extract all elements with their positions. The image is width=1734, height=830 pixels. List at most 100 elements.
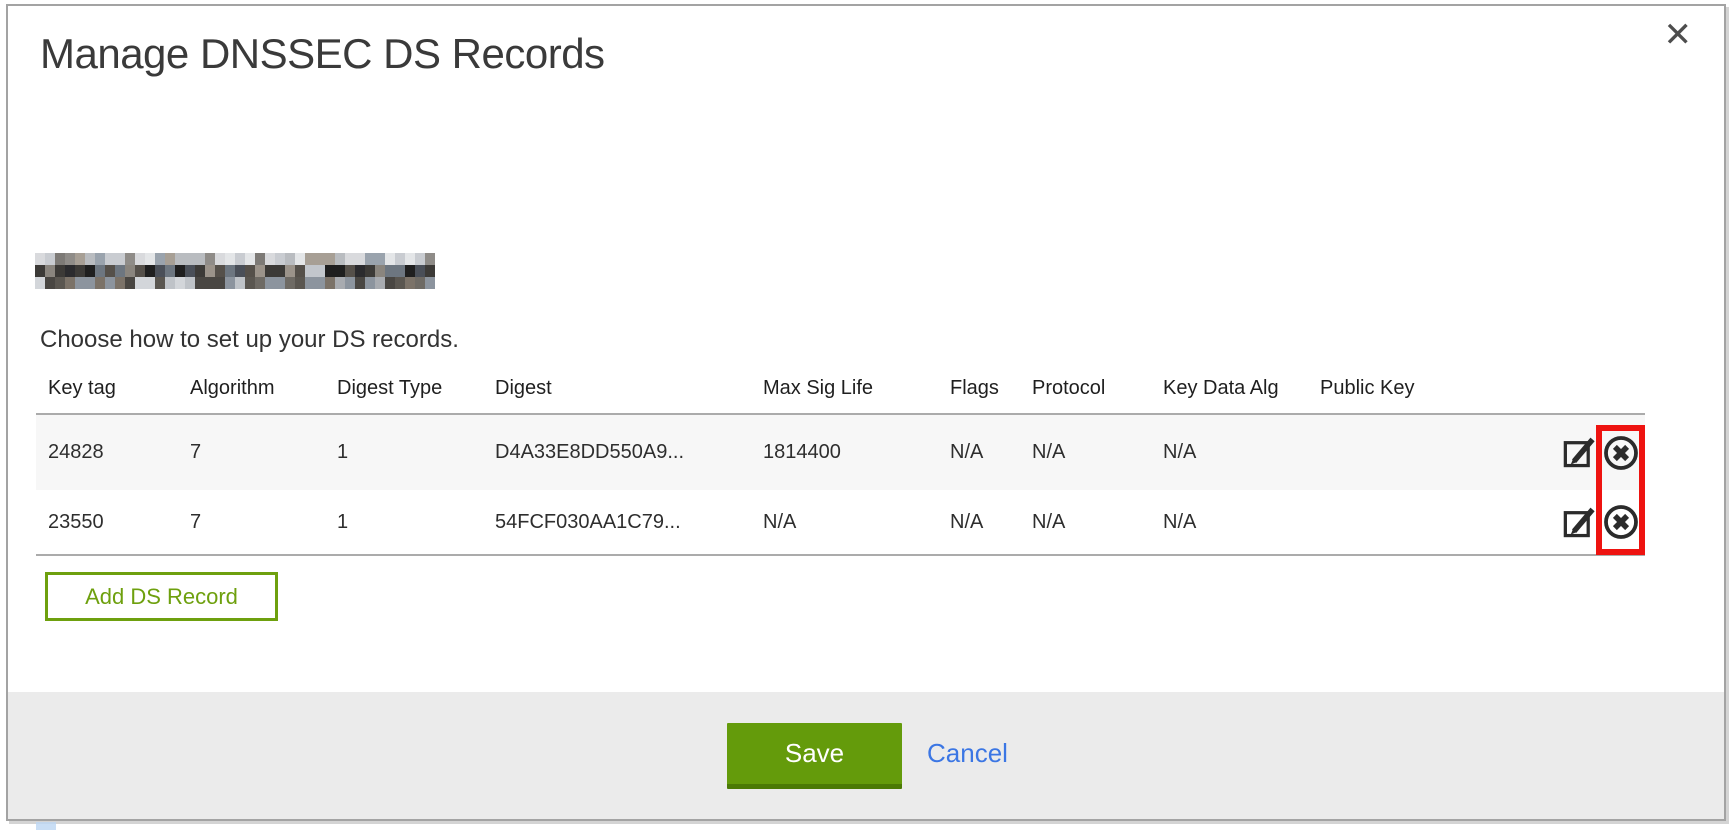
redacted-pixel bbox=[345, 265, 355, 277]
edit-icon[interactable] bbox=[1561, 434, 1598, 471]
redacted-pixel bbox=[235, 277, 245, 289]
redacted-pixel bbox=[255, 265, 265, 277]
redacted-pixel bbox=[75, 265, 85, 277]
redacted-pixel bbox=[285, 253, 295, 265]
redacted-pixel bbox=[85, 277, 95, 289]
redacted-pixel bbox=[175, 265, 185, 277]
redacted-pixel bbox=[215, 265, 225, 277]
redacted-pixel bbox=[85, 253, 95, 265]
table-row: 23550 7 1 54FCF030AA1C79... N/A N/A N/A … bbox=[36, 490, 1645, 555]
cell-protocol: N/A bbox=[1020, 414, 1151, 490]
cell-flags: N/A bbox=[938, 414, 1020, 490]
redacted-pixel bbox=[95, 265, 105, 277]
cell-public-key bbox=[1308, 490, 1530, 555]
cell-digest-type: 1 bbox=[325, 414, 483, 490]
redacted-pixel bbox=[275, 265, 285, 277]
col-actions bbox=[1530, 364, 1645, 414]
redacted-pixel bbox=[225, 277, 235, 289]
cancel-button[interactable]: Cancel bbox=[927, 723, 1008, 784]
redacted-pixel bbox=[265, 265, 275, 277]
redacted-pixel bbox=[125, 253, 135, 265]
cell-actions bbox=[1530, 414, 1645, 490]
redacted-pixel bbox=[355, 265, 365, 277]
redacted-pixel bbox=[385, 265, 395, 277]
redacted-pixel bbox=[165, 265, 175, 277]
redacted-pixel bbox=[125, 265, 135, 277]
cell-public-key bbox=[1308, 414, 1530, 490]
redacted-pixel bbox=[155, 253, 165, 265]
redacted-pixel bbox=[195, 277, 205, 289]
redacted-pixel bbox=[215, 277, 225, 289]
redacted-pixel bbox=[235, 253, 245, 265]
delete-icon[interactable] bbox=[1601, 502, 1641, 542]
redacted-pixel bbox=[135, 253, 145, 265]
redacted-pixel bbox=[55, 253, 65, 265]
redacted-pixel bbox=[395, 265, 405, 277]
redacted-pixel bbox=[175, 277, 185, 289]
dialog-title: Manage DNSSEC DS Records bbox=[40, 30, 605, 78]
redacted-pixel bbox=[175, 253, 185, 265]
edit-icon[interactable] bbox=[1561, 504, 1598, 541]
redacted-pixel bbox=[415, 265, 425, 277]
redacted-pixel bbox=[225, 265, 235, 277]
redacted-pixel bbox=[85, 265, 95, 277]
redacted-pixel bbox=[275, 253, 285, 265]
save-button[interactable]: Save bbox=[727, 723, 902, 789]
table-row: 24828 7 1 D4A33E8DD550A9... 1814400 N/A … bbox=[36, 414, 1645, 490]
cell-digest: D4A33E8DD550A9... bbox=[483, 414, 751, 490]
redacted-pixel bbox=[45, 277, 55, 289]
cell-flags: N/A bbox=[938, 490, 1020, 555]
col-max-sig-life: Max Sig Life bbox=[751, 364, 938, 414]
redacted-pixel bbox=[415, 253, 425, 265]
redacted-pixel bbox=[335, 277, 345, 289]
redacted-pixel bbox=[145, 277, 155, 289]
redacted-pixel bbox=[355, 253, 365, 265]
redacted-pixel bbox=[195, 253, 205, 265]
redacted-pixel bbox=[375, 253, 385, 265]
redacted-pixel bbox=[95, 277, 105, 289]
redacted-pixel bbox=[115, 277, 125, 289]
ds-records-table: Key tag Algorithm Digest Type Digest Max… bbox=[36, 364, 1645, 556]
redacted-pixel bbox=[245, 253, 255, 265]
redacted-pixel bbox=[45, 253, 55, 265]
redacted-pixel bbox=[35, 265, 45, 277]
redacted-pixel bbox=[395, 277, 405, 289]
redacted-pixel bbox=[335, 265, 345, 277]
redacted-pixel bbox=[385, 253, 395, 265]
redacted-pixel bbox=[305, 265, 315, 277]
redacted-pixel bbox=[265, 253, 275, 265]
col-flags: Flags bbox=[938, 364, 1020, 414]
col-digest: Digest bbox=[483, 364, 751, 414]
redacted-domain-name bbox=[35, 253, 435, 289]
redacted-pixel bbox=[345, 253, 355, 265]
redacted-pixel bbox=[135, 265, 145, 277]
redacted-pixel bbox=[325, 277, 335, 289]
redacted-pixel bbox=[45, 265, 55, 277]
delete-icon[interactable] bbox=[1601, 433, 1641, 473]
redacted-pixel bbox=[115, 253, 125, 265]
redacted-pixel bbox=[235, 265, 245, 277]
manage-dnssec-dialog: Manage DNSSEC DS Records ✕ Choose how to… bbox=[6, 4, 1726, 821]
redacted-pixel bbox=[405, 265, 415, 277]
add-ds-record-button[interactable]: Add DS Record bbox=[45, 572, 278, 621]
redacted-pixel bbox=[95, 253, 105, 265]
redacted-pixel bbox=[185, 265, 195, 277]
cell-key-tag: 23550 bbox=[36, 490, 178, 555]
redacted-pixel bbox=[365, 277, 375, 289]
redacted-pixel bbox=[355, 277, 365, 289]
redacted-pixel bbox=[245, 277, 255, 289]
col-key-data-alg: Key Data Alg bbox=[1151, 364, 1308, 414]
redacted-pixel bbox=[295, 277, 305, 289]
cell-max-sig-life: 1814400 bbox=[751, 414, 938, 490]
redacted-pixel bbox=[365, 265, 375, 277]
close-icon[interactable]: ✕ bbox=[1664, 18, 1693, 52]
redacted-pixel bbox=[145, 265, 155, 277]
redacted-pixel bbox=[365, 253, 375, 265]
redacted-pixel bbox=[255, 253, 265, 265]
redacted-pixel bbox=[185, 253, 195, 265]
redacted-pixel bbox=[205, 265, 215, 277]
redacted-pixel bbox=[405, 253, 415, 265]
redacted-pixel bbox=[425, 277, 435, 289]
redacted-pixel bbox=[195, 265, 205, 277]
col-key-tag: Key tag bbox=[36, 364, 178, 414]
